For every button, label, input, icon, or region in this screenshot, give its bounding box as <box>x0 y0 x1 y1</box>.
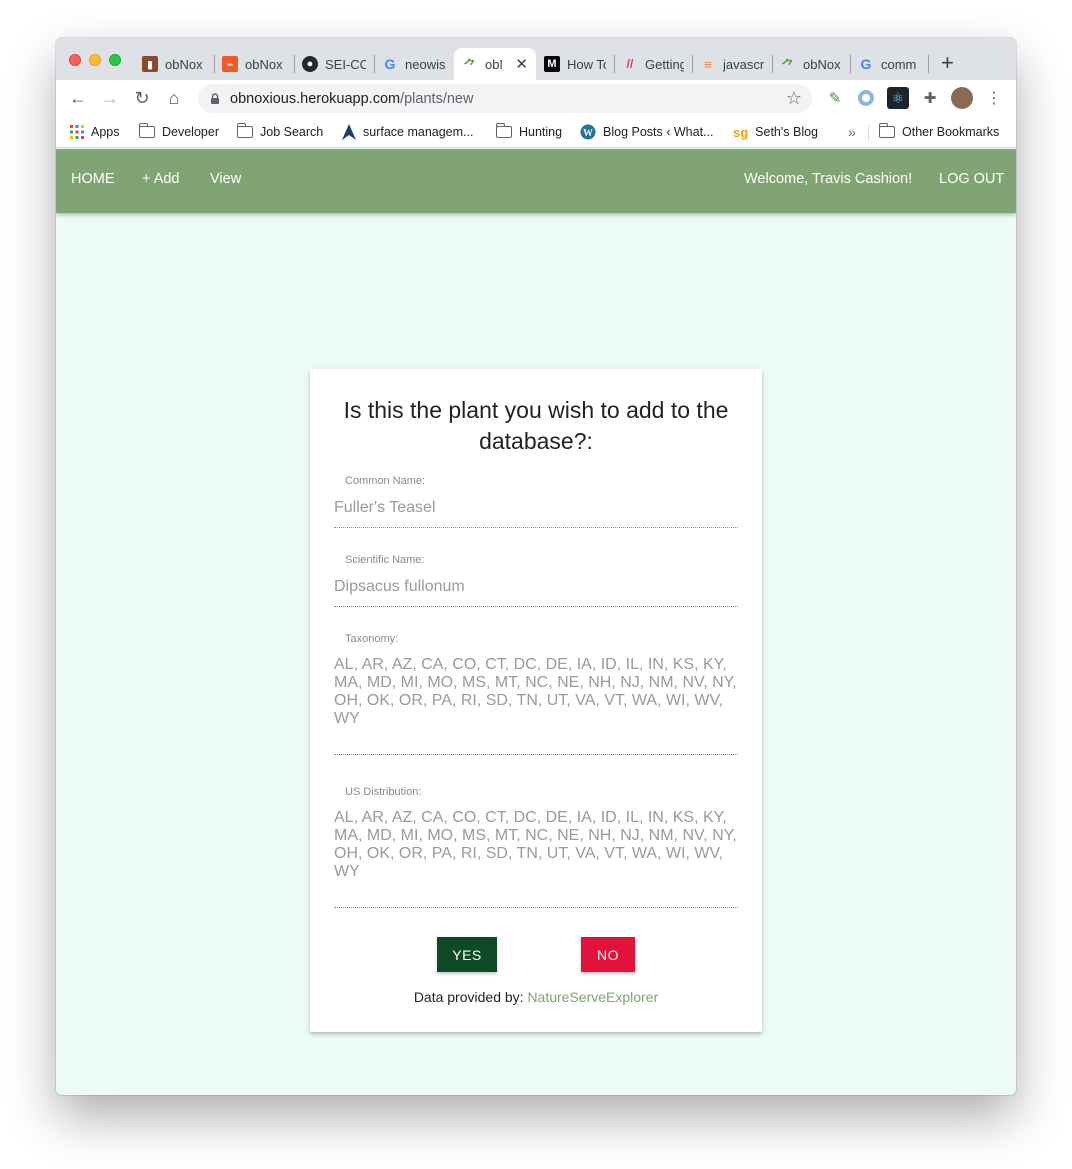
google-icon: G <box>384 56 396 72</box>
nav-home-link[interactable]: HOME <box>71 171 115 187</box>
reload-icon[interactable]: ↻ <box>130 86 154 110</box>
folder-icon <box>138 123 155 138</box>
github-icon: ● <box>302 56 318 72</box>
address-bar[interactable]: obnoxious.herokuapp.com/plants/new ☆ <box>198 84 812 113</box>
browser-window: ▮ obNox ⌁ obNox ● SEI-CC G neowis ⺈ obN … <box>56 38 1016 1095</box>
back-arrow-icon[interactable]: ← <box>66 86 90 110</box>
nav-logout-link[interactable]: LOG OUT <box>939 171 1004 187</box>
extension-icon[interactable] <box>855 87 877 109</box>
tab-obnox-1[interactable]: ▮ obNox <box>134 48 214 80</box>
taxonomy-underline <box>334 754 738 755</box>
new-tab-button[interactable]: + <box>941 50 954 76</box>
tab-obnox-3[interactable]: ⺈ obNox <box>772 48 850 80</box>
browser-toolbar: ← → ↻ ⌂ obnoxious.herokuapp.com/plants/n… <box>56 80 1016 116</box>
scientific-name-underline <box>334 606 738 607</box>
bookmark-seths-blog[interactable]: sg Seth's Blog <box>733 122 818 142</box>
arrow-logo-icon <box>342 124 356 140</box>
dev-icon: // <box>626 57 634 71</box>
scientific-name-field[interactable]: Dipsacus fullonum <box>334 578 738 596</box>
tab-sei[interactable]: ● SEI-CC <box>294 48 374 80</box>
us-distribution-underline <box>334 907 738 908</box>
stackoverflow-icon: ≡ <box>704 56 712 72</box>
wordpress-icon: W <box>580 124 596 140</box>
common-name-label: Common Name: <box>345 475 426 487</box>
window-minimize-button[interactable] <box>89 54 101 66</box>
scientific-name-label: Scientific Name: <box>345 554 425 566</box>
google-icon: G <box>860 56 872 72</box>
bookmarks-overflow-button[interactable]: » <box>848 122 856 142</box>
credit-prefix: Data provided by: <box>413 989 528 1005</box>
folder-icon <box>878 123 895 138</box>
natureserve-link[interactable]: NatureServeExplorer <box>527 989 658 1005</box>
forward-arrow-icon[interactable]: → <box>98 86 122 110</box>
taxonomy-field[interactable]: AL, AR, AZ, CA, CO, CT, DC, DE, IA, ID, … <box>334 656 738 728</box>
tab-javascript[interactable]: ≡ javascr <box>692 48 772 80</box>
common-name-underline <box>334 527 738 528</box>
sg-icon: sg <box>733 124 749 140</box>
react-devtools-icon[interactable]: ⚛ <box>887 87 909 109</box>
tab-close-icon[interactable]: ✕ <box>515 55 528 73</box>
welcome-text: Welcome, Travis Cashion! <box>744 171 913 187</box>
menu-dots-icon[interactable]: ⋮ <box>983 87 1005 109</box>
bookmarks-bar: Apps Developer Job Search surface manage… <box>56 116 1016 148</box>
svg-text:W: W <box>583 128 593 139</box>
tab-neowise[interactable]: G neowis <box>374 48 454 80</box>
us-distribution-field[interactable]: AL, AR, AZ, CA, CO, CT, DC, DE, IA, ID, … <box>334 809 738 881</box>
eyedropper-extension-icon[interactable]: ✎ <box>824 87 846 109</box>
home-icon[interactable]: ⌂ <box>162 86 186 110</box>
window-maximize-button[interactable] <box>109 54 121 66</box>
tab-separator <box>928 55 929 73</box>
yes-button[interactable]: YES <box>437 937 497 972</box>
lock-icon <box>211 92 219 104</box>
folder-icon <box>236 123 253 138</box>
bookmarks-divider <box>868 125 869 141</box>
bookmark-apps[interactable]: Apps <box>70 122 120 142</box>
bookmark-job-search[interactable]: Job Search <box>236 122 323 142</box>
plant-icon: ⺈ <box>463 57 477 73</box>
bookmark-hunting[interactable]: Hunting <box>495 122 562 142</box>
postman-icon: ⌁ <box>222 56 238 72</box>
tab-getting[interactable]: // Getting <box>614 48 692 80</box>
tab-strip: ▮ obNox ⌁ obNox ● SEI-CC G neowis ⺈ obN … <box>56 38 1016 80</box>
tab-common[interactable]: G comm <box>850 48 928 80</box>
bookmark-developer[interactable]: Developer <box>138 122 219 142</box>
apps-grid-icon <box>70 125 84 139</box>
puzzle-extensions-icon[interactable]: ✚ <box>919 87 941 109</box>
common-name-field[interactable]: Fuller's Teasel <box>334 499 738 517</box>
taxonomy-label: Taxonomy: <box>345 633 399 645</box>
avatar[interactable] <box>951 87 973 109</box>
data-credit: Data provided by: NatureServeExplorer <box>310 989 762 1005</box>
plant-icon: ⺈ <box>781 57 795 73</box>
app-navbar: HOME + Add View Welcome, Travis Cashion!… <box>56 149 1016 213</box>
tab-how-to[interactable]: M How To <box>536 48 614 80</box>
medium-icon: M <box>544 56 560 72</box>
url-host: obnoxious.herokuapp.com <box>230 90 401 107</box>
folder-icon <box>495 123 512 138</box>
window-close-button[interactable] <box>69 54 81 66</box>
bookmark-surface-management[interactable]: surface managem... <box>342 122 473 142</box>
card-title: Is this the plant you wish to add to the… <box>343 397 729 454</box>
us-distribution-label: US Distribution: <box>345 786 422 798</box>
no-button[interactable]: NO <box>581 937 635 972</box>
tab-obnox-active[interactable]: ⺈ obN ✕ <box>454 48 536 80</box>
nav-add-link[interactable]: + Add <box>142 171 180 187</box>
nav-view-link[interactable]: View <box>210 171 241 187</box>
tab-obnox-2[interactable]: ⌁ obNox <box>214 48 294 80</box>
bookmark-other-bookmarks[interactable]: Other Bookmarks <box>878 122 999 142</box>
url-path: /plants/new <box>400 90 474 107</box>
trello-icon: ▮ <box>142 56 158 72</box>
confirm-plant-card: Is this the plant you wish to add to the… <box>310 369 762 1032</box>
bookmark-blog-posts[interactable]: W Blog Posts ‹ What... <box>580 122 713 142</box>
bookmark-star-icon[interactable]: ☆ <box>786 88 802 109</box>
